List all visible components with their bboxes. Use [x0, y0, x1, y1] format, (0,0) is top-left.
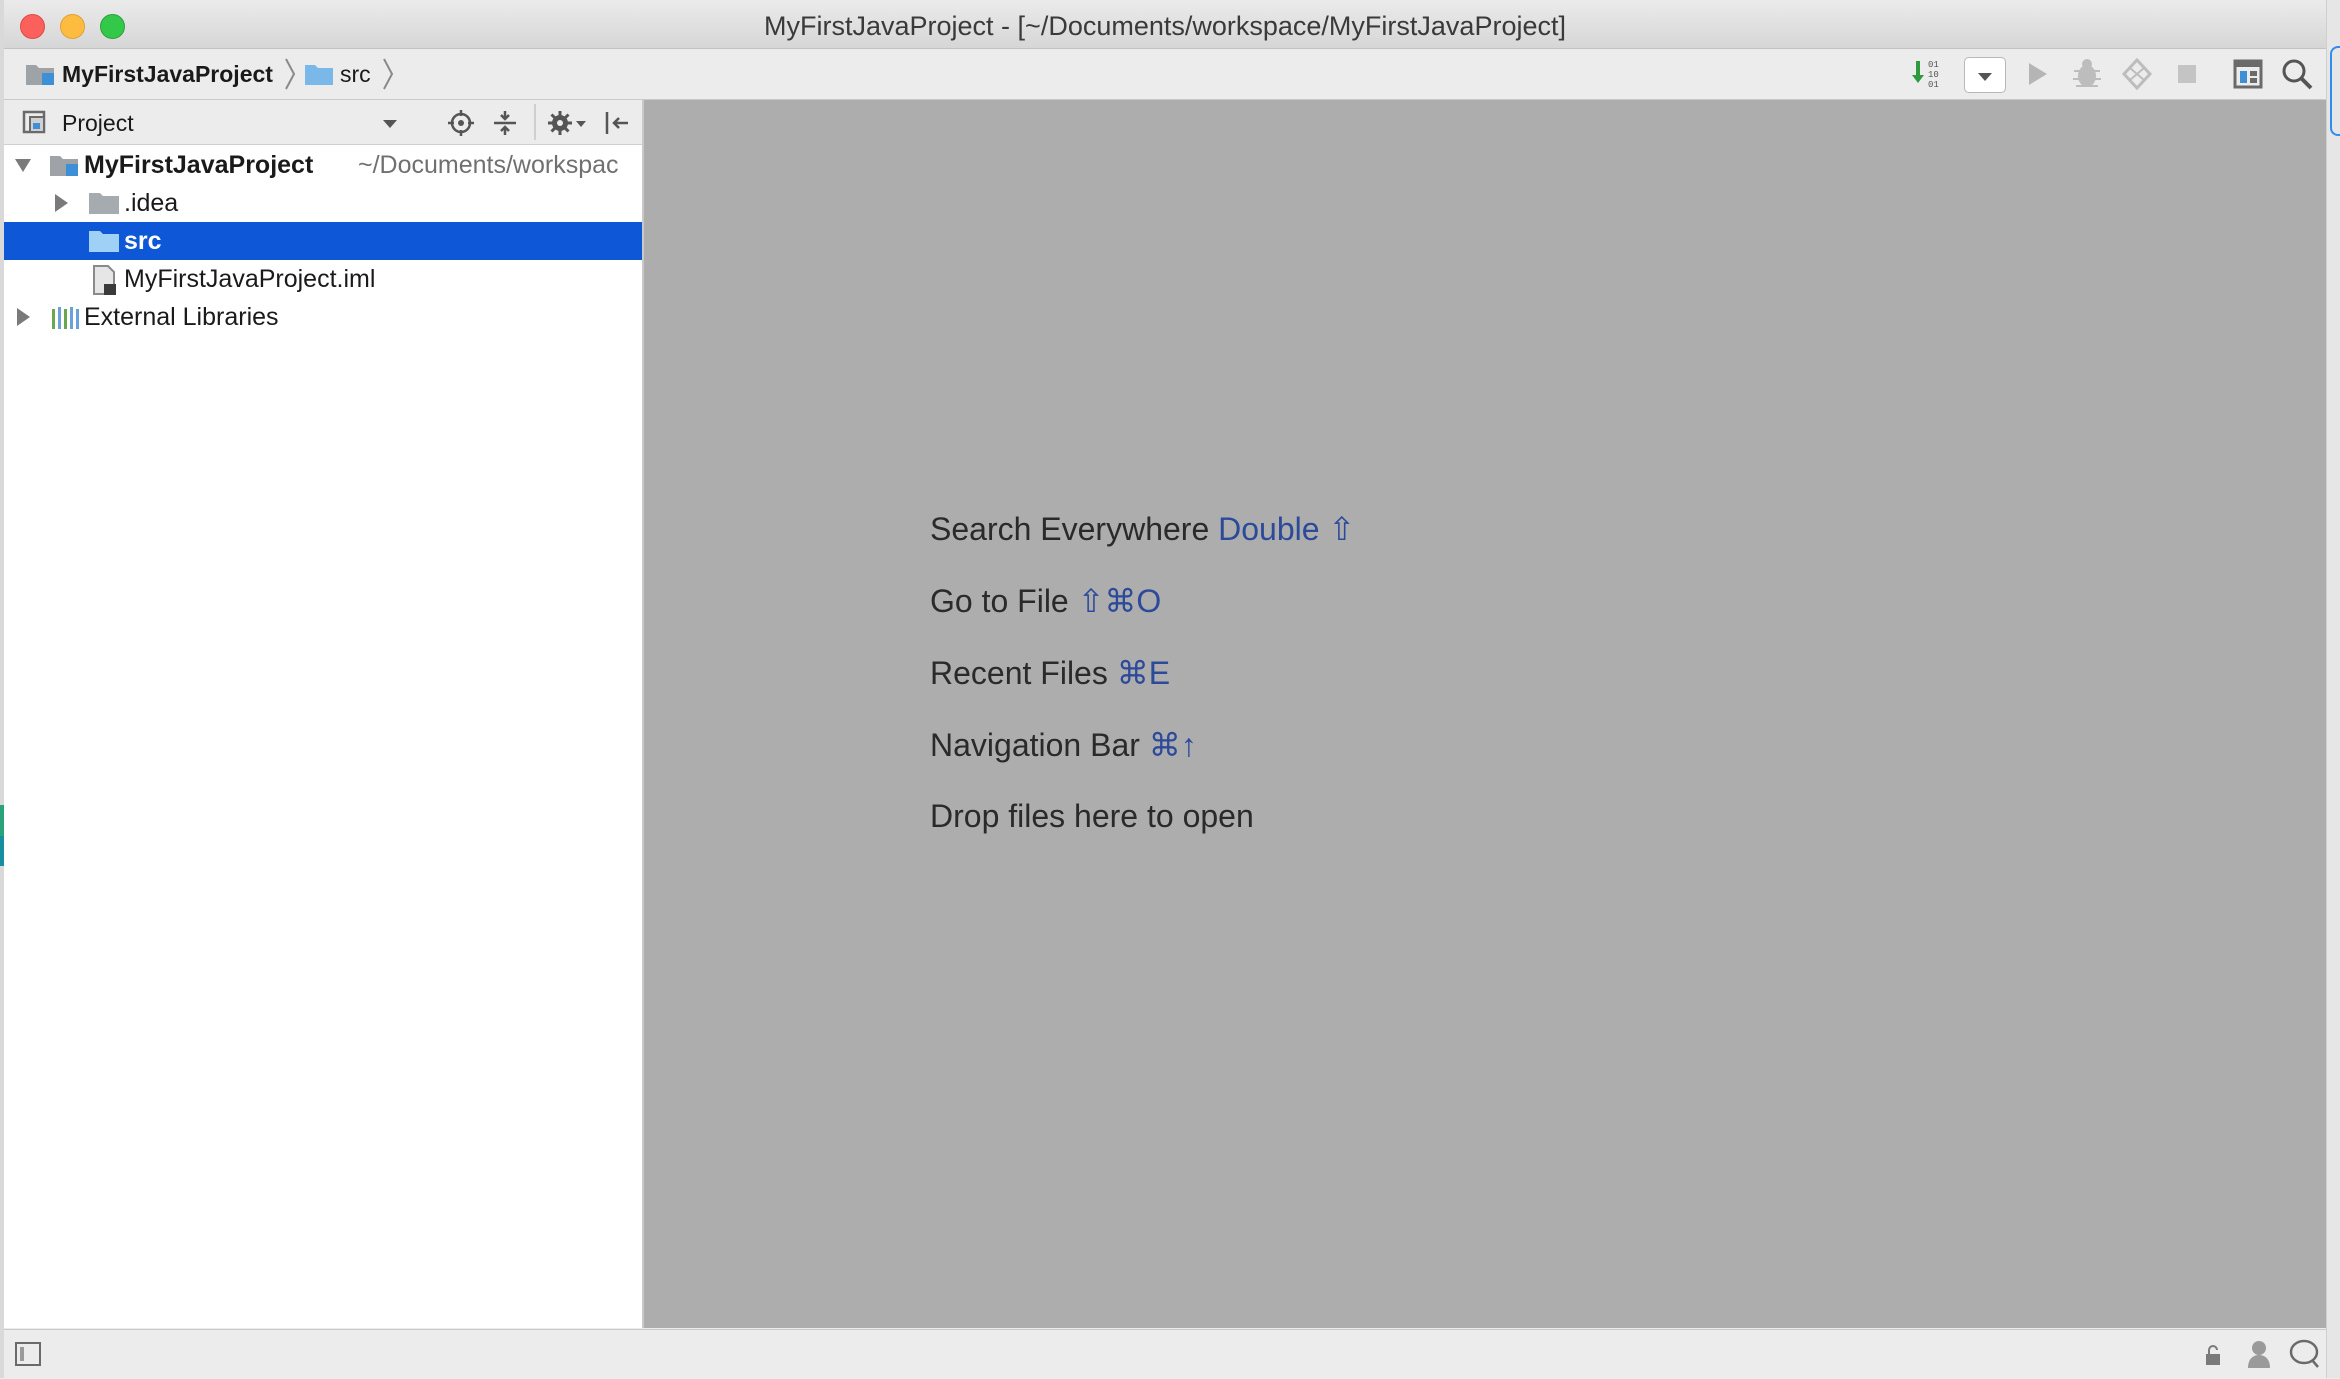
ide-window: MyFirstJavaProject - [~/Documents/worksp…: [4, 0, 2326, 1379]
event-log-icon[interactable]: [2288, 1338, 2322, 1370]
project-tool-window: Project MyFirstJavaProject ~/Documents/w…: [4, 100, 644, 1328]
tree-label: MyFirstJavaProject.iml: [124, 265, 376, 293]
tree-label: .idea: [124, 189, 179, 217]
inspector-icon[interactable]: [2244, 1338, 2274, 1370]
breadcrumb-project[interactable]: MyFirstJavaProject: [62, 49, 273, 99]
tree-label: External Libraries: [84, 303, 279, 331]
tree-row-project-root[interactable]: MyFirstJavaProject ~/Documents/workspac: [4, 146, 642, 184]
close-window-button[interactable]: [20, 14, 45, 39]
iml-file-icon: [90, 264, 120, 296]
svg-text:01: 01: [1928, 80, 1939, 90]
window-title: MyFirstJavaProject - [~/Documents/worksp…: [764, 11, 1566, 41]
breadcrumb-src[interactable]: src: [340, 49, 371, 99]
project-folder-icon: [24, 61, 58, 87]
source-folder-icon: [88, 229, 120, 253]
hint-drop-files: Drop files here to open: [930, 798, 1254, 835]
tree-row-idea[interactable]: .idea: [4, 184, 642, 222]
navigation-bar: MyFirstJavaProject src 01 10 01: [4, 49, 2326, 100]
status-bar: [4, 1329, 2326, 1379]
tree-label: MyFirstJavaProject: [84, 151, 314, 179]
run-config-dropdown[interactable]: [1964, 57, 2006, 93]
chevron-down-icon[interactable]: [378, 112, 402, 134]
project-structure-icon[interactable]: [2230, 55, 2268, 93]
svg-text:10: 10: [1928, 70, 1939, 80]
maximize-window-button[interactable]: [100, 14, 125, 39]
project-view-selector[interactable]: Project: [62, 100, 134, 144]
editor-empty-area[interactable]: Search Everywhere Double ⇧ Go to File ⇧⌘…: [644, 100, 2326, 1328]
hint-shortcut: Double ⇧: [1218, 511, 1356, 547]
tool-windows-icon[interactable]: [14, 1340, 44, 1368]
hint-label: Search Everywhere: [930, 511, 1210, 547]
hint-shortcut: ⌘↑: [1148, 727, 1197, 763]
collapse-all-icon[interactable]: [490, 108, 520, 138]
lock-icon[interactable]: [2202, 1342, 2224, 1368]
minimize-window-button[interactable]: [60, 14, 85, 39]
breadcrumb-separator: [380, 57, 396, 91]
hint-search-everywhere: Search Everywhere Double ⇧: [930, 510, 1355, 548]
collapsed-arrow-icon[interactable]: [14, 307, 32, 327]
hint-label: Recent Files: [930, 655, 1108, 691]
folder-icon: [88, 191, 120, 215]
hide-panel-icon[interactable]: [602, 108, 632, 138]
svg-text:01: 01: [1928, 60, 1939, 70]
tree-row-src[interactable]: src: [4, 222, 642, 260]
hint-label: Navigation Bar: [930, 727, 1140, 763]
hint-navigation-bar: Navigation Bar ⌘↑: [930, 726, 1197, 764]
sort-icon[interactable]: 01 10 01: [1910, 55, 1948, 93]
hint-recent-files: Recent Files ⌘E: [930, 654, 1170, 692]
adjacent-window-highlight: [2330, 46, 2340, 136]
locate-icon[interactable]: [446, 108, 476, 138]
debug-icon[interactable]: [2068, 55, 2106, 93]
folder-icon: [304, 62, 334, 86]
settings-icon[interactable]: [546, 108, 590, 138]
project-panel-header: Project: [4, 100, 642, 145]
libraries-icon: [50, 305, 82, 331]
tree-row-external-libraries[interactable]: External Libraries: [4, 298, 642, 336]
run-icon[interactable]: [2018, 55, 2056, 93]
hint-shortcut: ⇧⌘O: [1077, 583, 1162, 619]
collapsed-arrow-icon[interactable]: [52, 193, 70, 213]
project-view-icon: [22, 109, 52, 135]
module-folder-icon: [48, 152, 82, 178]
expanded-arrow-icon[interactable]: [14, 156, 32, 174]
tree-row-iml[interactable]: MyFirstJavaProject.iml: [4, 260, 642, 298]
chevron-down-icon: [1978, 73, 1992, 81]
tree-path: ~/Documents/workspac: [358, 151, 619, 179]
title-bar: MyFirstJavaProject - [~/Documents/worksp…: [4, 0, 2326, 49]
stop-icon[interactable]: [2168, 55, 2206, 93]
hint-label: Drop files here to open: [930, 798, 1254, 834]
coverage-icon[interactable]: [2118, 55, 2156, 93]
hint-go-to-file: Go to File ⇧⌘O: [930, 582, 1161, 620]
adjacent-window-edge: [2326, 0, 2340, 1378]
breadcrumb-separator: [282, 57, 298, 91]
search-icon[interactable]: [2278, 55, 2316, 93]
tree-label: src: [124, 227, 162, 255]
toolbar-divider: [534, 104, 536, 140]
hint-shortcut: ⌘E: [1116, 655, 1171, 691]
hint-label: Go to File: [930, 583, 1069, 619]
